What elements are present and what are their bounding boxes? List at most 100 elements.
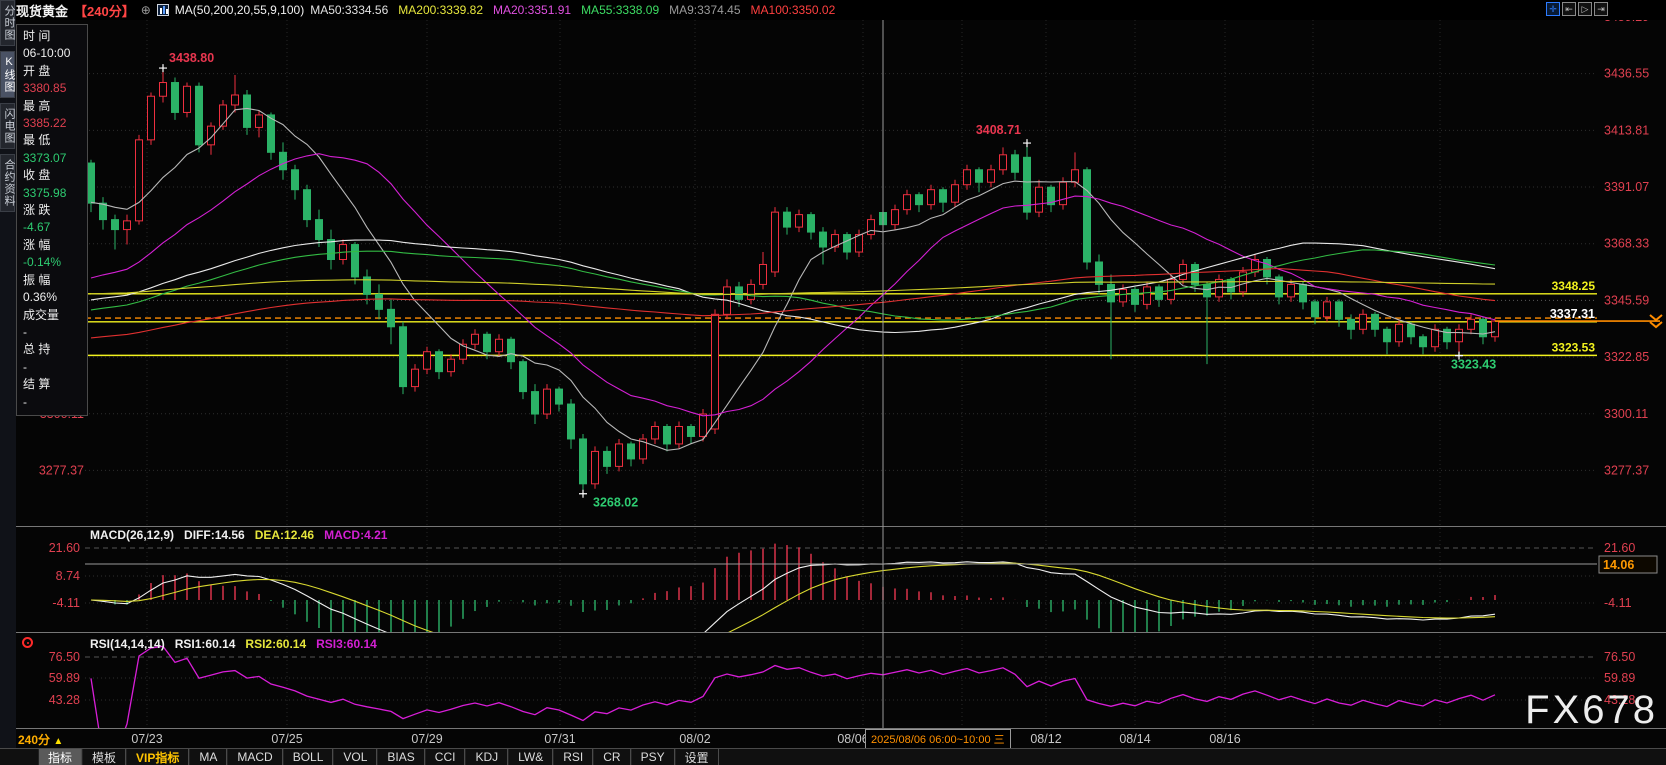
info-value: 3373.07 — [23, 150, 87, 167]
ma-line-MA55 — [91, 250, 1495, 320]
ma-value: MA9:3374.45 — [669, 3, 740, 17]
info-value: 06-10:00 — [23, 45, 87, 62]
bottom-tab-1[interactable]: 指标 — [38, 749, 82, 765]
trading-app: 分时图 K线图闪电图合约资料 现货黄金 【240分】 ⊕ MA(50,200,20… — [0, 0, 1666, 765]
svg-text:3277.37: 3277.37 — [1604, 463, 1649, 477]
svg-text:3368.33: 3368.33 — [1604, 237, 1649, 251]
svg-text:3436.55: 3436.55 — [1604, 67, 1649, 81]
info-label: 涨 幅 — [23, 237, 87, 254]
watermark: FX678 — [1525, 688, 1658, 733]
alert-lines: 3348.25 3323.53 — [85, 279, 1597, 356]
svg-text:59.89: 59.89 — [1604, 671, 1635, 685]
rsi-alert-icon[interactable] — [22, 637, 33, 648]
bottom-tab-7[interactable]: VOL — [333, 749, 377, 765]
period-tag: 【240分】 — [74, 1, 135, 20]
info-value: 3375.98 — [23, 185, 87, 202]
top-bar: 现货黄金 【240分】 ⊕ MA(50,200,20,55,9,100) MA5… — [16, 0, 1666, 20]
period-selector[interactable]: 240分 ▲ — [18, 731, 63, 748]
svg-text:59.89: 59.89 — [49, 671, 80, 685]
svg-text:3323.43: 3323.43 — [1451, 358, 1496, 372]
fit-left-icon[interactable]: ⇤ — [1562, 2, 1576, 16]
indicator-tab-bar: 指标模板VIP指标MAMACDBOLLVOLBIASCCIKDJLW&RSICR… — [0, 748, 1666, 765]
info-label: 振 幅 — [23, 272, 87, 289]
quote-info-panel: 时 间06-10:00开 盘3380.85最 高3385.22最 低3373.0… — [16, 24, 88, 416]
svg-text:08/12: 08/12 — [1030, 732, 1061, 746]
info-value: -0.14% — [23, 254, 87, 271]
indicator-value: MACD:4.21 — [324, 528, 387, 542]
svg-text:3413.81: 3413.81 — [1604, 123, 1649, 137]
ma-lines — [91, 108, 1495, 450]
sidebar-tab-4[interactable]: 合约资料 — [0, 154, 15, 212]
bottom-tab-11[interactable]: LW& — [508, 749, 553, 765]
ma-values: MA50:3334.56 MA200:3339.82 MA20:3351.91 MA5… — [310, 3, 845, 17]
date-axis: 07/2307/2507/2907/3108/0208/0608/1208/14… — [131, 732, 1240, 746]
circle-plus-icon[interactable]: ⊕ — [141, 3, 151, 17]
bottom-tab-8[interactable]: BIAS — [377, 749, 424, 765]
svg-text:76.50: 76.50 — [49, 650, 80, 664]
bottom-tab-13[interactable]: CR — [593, 749, 630, 765]
bottom-tab-14[interactable]: PSY — [631, 749, 675, 765]
macd-header: MACD(26,12,9)DIFF:14.56DEA:12.46MACD:4.2… — [90, 528, 397, 542]
rsi-header: RSI(14,14,14)RSI1:60.14RSI2:60.14RSI3:60… — [90, 637, 387, 651]
sidebar-tab-3[interactable]: 闪电图 — [0, 103, 15, 149]
svg-text:3391.07: 3391.07 — [1604, 180, 1649, 194]
svg-text:8.74: 8.74 — [56, 569, 80, 583]
svg-text:08/06: 08/06 — [837, 732, 868, 746]
info-label: 时 间 — [23, 28, 87, 45]
info-label: 总 持 — [23, 341, 87, 358]
bottom-tab-10[interactable]: KDJ — [465, 749, 508, 765]
svg-text:21.60: 21.60 — [49, 541, 80, 555]
svg-text:3300.11: 3300.11 — [1604, 407, 1648, 421]
indicator-value: RSI1:60.14 — [175, 637, 236, 651]
sidebar-tab-2[interactable]: K线图 — [0, 51, 15, 98]
indicator-value: RSI(14,14,14) — [90, 637, 165, 651]
svg-text:08/14: 08/14 — [1119, 732, 1150, 746]
info-value: - — [23, 324, 87, 341]
left-sidebar: 分时图 K线图闪电图合约资料 — [0, 0, 16, 765]
bottom-tab-5[interactable]: MACD — [227, 749, 282, 765]
info-label: 开 盘 — [23, 63, 87, 80]
bottom-tab-2[interactable]: 模板 — [82, 749, 126, 765]
svg-text:3322.85: 3322.85 — [1604, 350, 1649, 364]
ma-value: MA50:3334.56 — [310, 3, 388, 17]
bottom-tab-9[interactable]: CCI — [425, 749, 466, 765]
info-value: -4.67 — [23, 219, 87, 236]
bottom-tab-3[interactable]: VIP指标 — [126, 749, 189, 765]
bottom-tab-15[interactable]: 设置 — [675, 749, 719, 765]
ma-line-MA20 — [91, 154, 1495, 416]
ma-value: MA20:3351.91 — [493, 3, 571, 17]
svg-text:21.60: 21.60 — [1604, 541, 1635, 555]
sidebar-tab-1[interactable]: 分时图 — [0, 0, 15, 46]
svg-text:76.50: 76.50 — [1604, 650, 1635, 664]
svg-text:3348.25: 3348.25 — [1552, 279, 1596, 293]
svg-text:3323.53: 3323.53 — [1552, 340, 1596, 354]
svg-text:3438.80: 3438.80 — [169, 51, 214, 65]
svg-text:3277.37: 3277.37 — [39, 463, 84, 477]
info-value: 3380.85 — [23, 80, 87, 97]
chart-toolbar: ✛ ⇤ ▷ ⇥ — [1546, 2, 1608, 16]
ma-value: MA100:3350.02 — [751, 3, 836, 17]
svg-text:08/02: 08/02 — [679, 732, 710, 746]
bottom-tab-6[interactable]: BOLL — [283, 749, 334, 765]
ma-line-MA50 — [91, 240, 1495, 333]
svg-text:07/31: 07/31 — [544, 732, 575, 746]
info-value: - — [23, 394, 87, 411]
ma-params: MA(50,200,20,55,9,100) — [175, 3, 304, 17]
ma-line-MA100 — [91, 269, 1495, 338]
bottom-tab-12[interactable]: RSI — [553, 749, 593, 765]
indicator-value: DIFF:14.56 — [184, 528, 245, 542]
info-label: 最 低 — [23, 132, 87, 149]
info-value: 0.36% — [23, 289, 87, 306]
ma-value: MA200:3339.82 — [398, 3, 483, 17]
candle-chart-icon[interactable] — [157, 4, 169, 16]
info-label: 收 盘 — [23, 167, 87, 184]
pan-right-icon[interactable]: ⇥ — [1594, 2, 1608, 16]
crosshair-date-tooltip: 2025/08/06 06:00~10:00 三 — [865, 729, 1011, 749]
play-right-icon[interactable]: ▷ — [1578, 2, 1592, 16]
indicator-value: DEA:12.46 — [255, 528, 314, 542]
svg-text:3337.31: 3337.31 — [1550, 307, 1595, 321]
indicator-value: RSI2:60.14 — [245, 637, 306, 651]
crosshair-grid-icon[interactable]: ✛ — [1546, 2, 1560, 16]
bottom-tab-4[interactable]: MA — [189, 749, 227, 765]
ma-value: MA55:3338.09 — [581, 3, 659, 17]
